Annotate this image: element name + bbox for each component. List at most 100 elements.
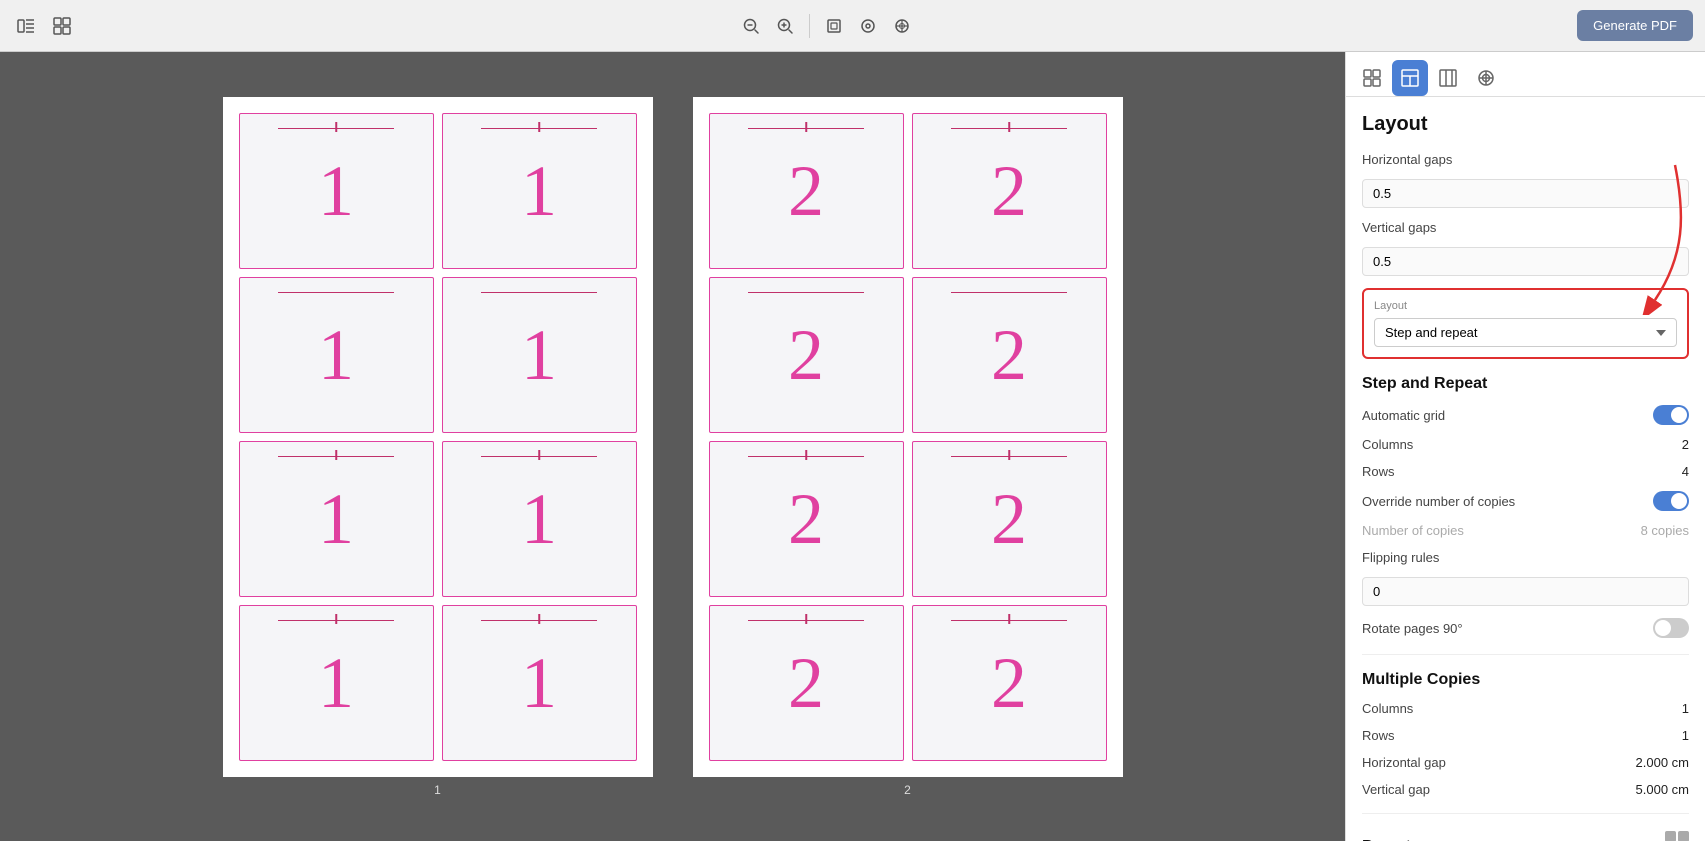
override-copies-row: Override number of copies: [1362, 491, 1689, 511]
card: 2: [709, 113, 904, 269]
canvas-area: 1 1 1 1 1 1 1 1 1 2 2 2 2 2 2 2 2: [0, 52, 1345, 841]
page-2-label: 2: [904, 783, 911, 797]
card: 2: [912, 113, 1107, 269]
card-tick: [805, 450, 807, 460]
card: 1: [442, 113, 637, 269]
automatic-grid-label: Automatic grid: [1362, 408, 1445, 423]
toolbar-right: Generate PDF: [1577, 10, 1693, 41]
flipping-rules-row: Flipping rules: [1362, 550, 1689, 565]
tab-layout[interactable]: [1392, 60, 1428, 96]
mc-columns-row: Columns 1: [1362, 701, 1689, 716]
main-area: 1 1 1 1 1 1 1 1 1 2 2 2 2 2 2 2 2: [0, 52, 1705, 841]
vertical-gap-label: Vertical gaps: [1362, 220, 1436, 235]
mc-rows-row: Rows 1: [1362, 728, 1689, 743]
horizontal-gap-row: Horizontal gaps: [1362, 152, 1689, 167]
mc-columns-value: 1: [1682, 701, 1689, 716]
mc-rows-value: 1: [1682, 728, 1689, 743]
layout-dropdown-label: Layout: [1374, 300, 1677, 312]
page-1-label: 1: [434, 783, 441, 797]
columns-value: 2: [1682, 437, 1689, 452]
mc-h-gap-row: Horizontal gap 2.000 cm: [1362, 755, 1689, 770]
automatic-grid-toggle[interactable]: [1653, 405, 1689, 425]
card: 1: [442, 605, 637, 761]
layout-select[interactable]: Step and repeat Repeat Custom: [1374, 318, 1677, 347]
fullscreen-icon[interactable]: [888, 12, 916, 40]
mc-v-gap-value: 5.000 cm: [1636, 782, 1689, 797]
step-repeat-title: Step and Repeat: [1362, 375, 1689, 393]
multiple-copies-title: Multiple Copies: [1362, 671, 1689, 689]
layout-dropdown-section: Layout Step and repeat Repeat Custom: [1362, 288, 1689, 359]
card: 1: [442, 441, 637, 597]
tab-grid[interactable]: [1354, 60, 1390, 96]
rows-row: Rows 4: [1362, 464, 1689, 479]
card-line: [481, 292, 597, 294]
layout-icon-1[interactable]: [12, 12, 40, 40]
card: 2: [912, 277, 1107, 433]
card: 2: [709, 441, 904, 597]
rows-value: 4: [1682, 464, 1689, 479]
mc-h-gap-label: Horizontal gap: [1362, 755, 1446, 770]
mc-columns-label: Columns: [1362, 701, 1413, 716]
card-tick: [538, 450, 540, 460]
card-tick: [805, 614, 807, 624]
flipping-rules-input[interactable]: [1362, 577, 1689, 606]
zoom-reset-icon[interactable]: [854, 12, 882, 40]
card-line: [951, 292, 1067, 294]
card: 2: [709, 277, 904, 433]
card-tick: [538, 122, 540, 132]
card-tick: [805, 122, 807, 132]
mc-h-gap-value: 2.000 cm: [1636, 755, 1689, 770]
card: 1: [239, 441, 434, 597]
card: 1: [239, 113, 434, 269]
mc-rows-label: Rows: [1362, 728, 1395, 743]
presets-row: Presets: [1362, 830, 1689, 841]
num-copies-value: 8 copies: [1641, 523, 1689, 538]
card: 1: [442, 277, 637, 433]
columns-label: Columns: [1362, 437, 1413, 452]
flipping-rules-label: Flipping rules: [1362, 550, 1439, 565]
zoom-out-icon[interactable]: [737, 12, 765, 40]
tab-target[interactable]: [1468, 60, 1504, 96]
mc-v-gap-row: Vertical gap 5.000 cm: [1362, 782, 1689, 797]
num-copies-label: Number of copies: [1362, 523, 1464, 538]
panel-tabs: [1346, 52, 1705, 97]
horizontal-gap-input[interactable]: [1362, 179, 1689, 208]
rotate-pages-label: Rotate pages 90°: [1362, 621, 1463, 636]
toolbar: Generate PDF: [0, 0, 1705, 52]
zoom-in-icon[interactable]: [771, 12, 799, 40]
card-line: [748, 292, 864, 294]
page-2-wrapper: 2 2 2 2 2 2 2 2 2: [693, 97, 1123, 797]
rows-label: Rows: [1362, 464, 1395, 479]
vertical-gap-input[interactable]: [1362, 247, 1689, 276]
automatic-grid-row: Automatic grid: [1362, 405, 1689, 425]
card-tick: [1008, 614, 1010, 624]
card-tick: [335, 122, 337, 132]
card: 2: [912, 605, 1107, 761]
card-tick: [335, 450, 337, 460]
columns-row: Columns 2: [1362, 437, 1689, 452]
card: 2: [709, 605, 904, 761]
fit-icon[interactable]: [820, 12, 848, 40]
horizontal-gap-label: Horizontal gaps: [1362, 152, 1452, 167]
right-panel: Layout Horizontal gaps Vertical gaps Lay…: [1345, 52, 1705, 841]
num-copies-row: Number of copies 8 copies: [1362, 523, 1689, 538]
layout-icon-2[interactable]: [48, 12, 76, 40]
card-tick: [335, 614, 337, 624]
override-copies-toggle[interactable]: [1653, 491, 1689, 511]
presets-grid-icon[interactable]: [1665, 831, 1689, 841]
divider-1: [1362, 654, 1689, 655]
panel-content: Layout Horizontal gaps Vertical gaps Lay…: [1346, 97, 1705, 841]
mc-v-gap-label: Vertical gap: [1362, 782, 1430, 797]
card: 2: [912, 441, 1107, 597]
tab-columns[interactable]: [1430, 60, 1466, 96]
toolbar-separator: [809, 14, 810, 38]
card-tick: [1008, 450, 1010, 460]
card-tick: [538, 614, 540, 624]
vertical-gap-row: Vertical gaps: [1362, 220, 1689, 235]
rotate-pages-toggle[interactable]: [1653, 618, 1689, 638]
layout-section-title: Layout: [1362, 113, 1689, 136]
toolbar-center: [84, 12, 1569, 40]
card-line: [278, 292, 394, 294]
generate-pdf-button[interactable]: Generate PDF: [1577, 10, 1693, 41]
toolbar-left: [12, 12, 76, 40]
